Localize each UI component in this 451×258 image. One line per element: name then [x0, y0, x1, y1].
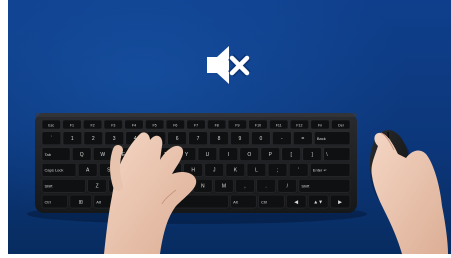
key-label: Tab: [45, 152, 52, 157]
key-label: ;: [277, 168, 278, 174]
key-label: F1: [70, 123, 74, 127]
key-label: Fn: [318, 123, 322, 127]
key-2-13[interactable]: [323, 147, 351, 161]
key-label: F9: [235, 123, 239, 127]
key-label: L: [255, 168, 258, 174]
key-label: 6: [176, 136, 179, 142]
key-label: 3: [113, 136, 116, 142]
key-label: Shift: [45, 184, 54, 189]
key-label: Q: [80, 152, 84, 158]
key-label: H: [191, 168, 195, 174]
key-label: N: [201, 184, 205, 190]
key-label: I: [228, 152, 229, 158]
key-label: 7: [197, 136, 200, 142]
key-label: 1: [71, 136, 74, 142]
key-label: 0: [260, 136, 263, 142]
key-label: Enter ↵: [313, 168, 327, 173]
key-label: F11: [276, 123, 282, 127]
key-label: F12: [296, 123, 302, 127]
key-label: ▶: [338, 199, 342, 205]
key-label: ⊞: [79, 199, 83, 205]
key-label: Del: [338, 123, 344, 127]
key-label: ': [298, 168, 299, 174]
key-label: ▲▼: [313, 199, 323, 205]
key-label: M: [222, 184, 226, 190]
key-label: F5: [152, 123, 156, 127]
key-label: .: [265, 184, 266, 190]
key-label: Caps Lock: [45, 168, 64, 173]
key-label: 9: [239, 136, 242, 142]
key-label: 2: [92, 136, 95, 142]
key-label: Shift: [301, 184, 310, 189]
key-label: ,: [244, 184, 245, 190]
keyboard-keys: Esc F1 F2 F3 F4 F5 F6 F7 F8 F9 F10 F11 F12 Fn Del` 1 2 3 4…: [41, 119, 351, 209]
key-label: Ctrl: [261, 199, 267, 204]
key-label: Ctrl: [45, 199, 51, 204]
key-label: U: [206, 152, 210, 158]
key-label: F2: [90, 123, 94, 127]
key-label: O: [247, 152, 251, 158]
key-label: F4: [132, 123, 136, 127]
key-label: F3: [111, 123, 115, 127]
key-label: F6: [173, 123, 177, 127]
key-label: 8: [218, 136, 221, 142]
key-label: ◀: [294, 199, 298, 205]
key-label: F8: [215, 123, 219, 127]
key-label: Esc: [48, 123, 54, 127]
key-label: W: [100, 152, 105, 158]
key-label: Z: [96, 184, 99, 190]
key-label: =: [301, 136, 304, 142]
key-label: F7: [194, 123, 198, 127]
key-label: F10: [255, 123, 261, 127]
promo-scene: Esc F1 F2 F3 F4 F5 F6 F7 F8 F9 F10 F11 F12 Fn Del` 1 2 3 4…: [8, 0, 451, 254]
key-label: Back: [317, 136, 326, 141]
